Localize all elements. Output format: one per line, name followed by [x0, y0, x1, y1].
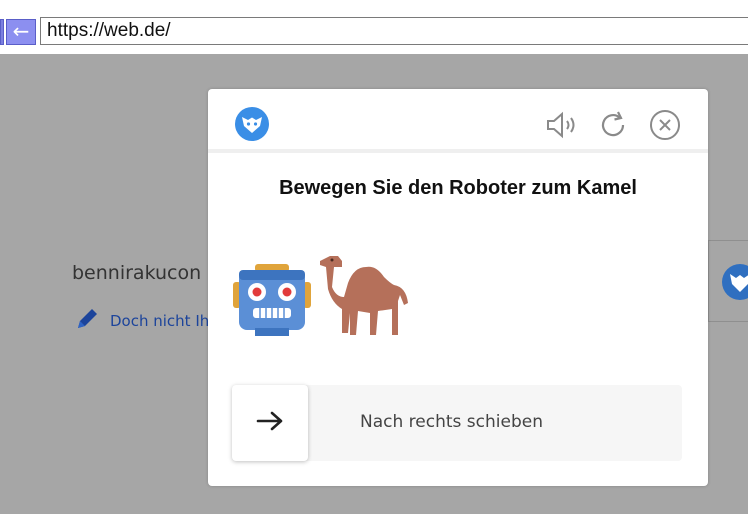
side-logo-icon — [720, 262, 748, 311]
captcha-instruction: Bewegen Sie den Roboter zum Kamel — [279, 177, 637, 199]
captcha-logo-icon — [234, 106, 270, 147]
back-button[interactable]: ← — [6, 19, 36, 45]
slider-handle[interactable] — [232, 385, 308, 461]
close-icon[interactable] — [648, 108, 682, 142]
not-you-link-label[interactable]: Doch nicht Ih — [110, 312, 209, 330]
camel-icon — [318, 253, 410, 344]
captcha-dialog: Bewegen Sie den Roboter zum Kamel Nach r… — [208, 89, 708, 486]
slider-track[interactable]: Nach rechts schieben — [232, 385, 682, 461]
browser-toolbar: ← https://web.de/ — [0, 0, 748, 54]
captcha-header — [208, 89, 708, 153]
username-text: bennirakucon — [72, 262, 202, 284]
address-bar[interactable]: https://web.de/ — [40, 17, 748, 45]
refresh-icon[interactable] — [596, 108, 630, 142]
not-you-link[interactable]: Doch nicht Ih — [74, 306, 209, 336]
pencil-icon — [74, 306, 102, 336]
nav-stub[interactable] — [0, 19, 4, 45]
audio-icon[interactable] — [545, 108, 579, 142]
slider-label: Nach rechts schieben — [360, 412, 543, 432]
robot-icon — [233, 262, 311, 343]
arrow-right-icon — [255, 409, 285, 438]
